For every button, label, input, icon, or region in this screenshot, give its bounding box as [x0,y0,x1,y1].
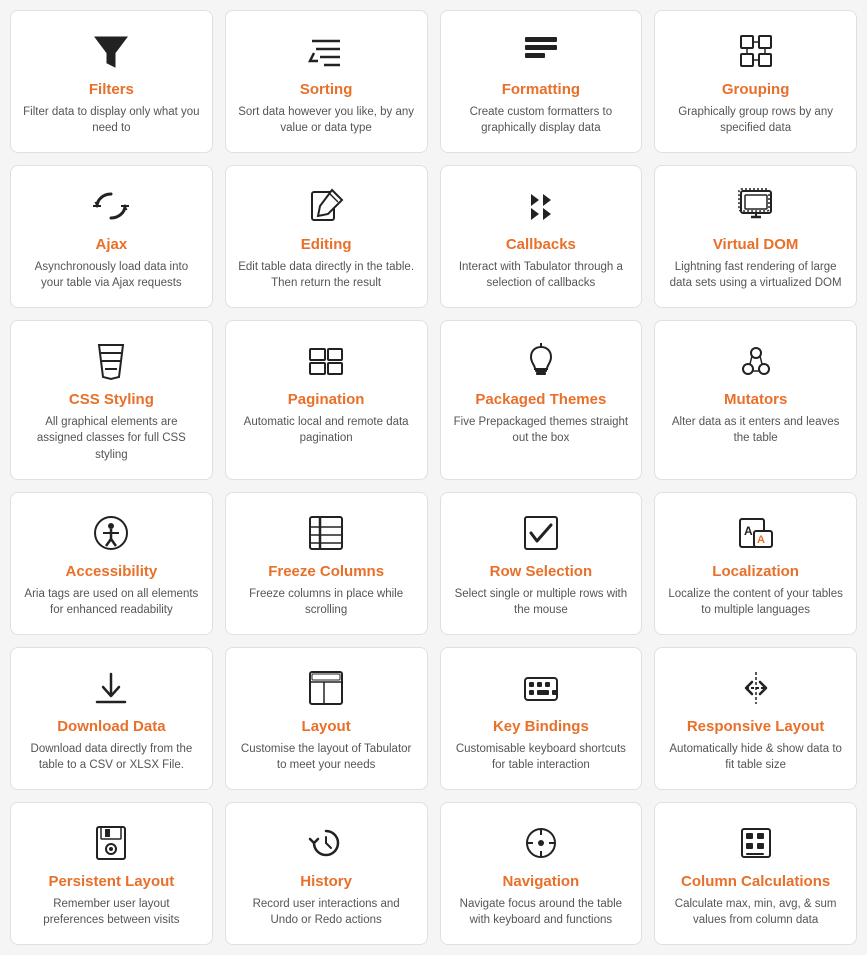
download-data-icon [91,666,131,710]
key-bindings-desc: Customisable keyboard shortcuts for tabl… [453,741,630,773]
persistent-layout-desc: Remember user layout preferences between… [23,896,200,928]
pagination-desc: Automatic local and remote data paginati… [238,414,415,446]
card-virtual-dom[interactable]: Virtual DOM Lightning fast rendering of … [654,165,857,308]
grouping-icon [736,29,776,73]
responsive-layout-icon [736,666,776,710]
css-styling-desc: All graphical elements are assigned clas… [23,414,200,462]
accessibility-title: Accessibility [66,563,158,580]
card-editing[interactable]: Editing Edit table data directly in the … [225,165,428,308]
grouping-title: Grouping [722,81,790,98]
card-layout[interactable]: Layout Customise the layout of Tabulator… [225,647,428,790]
sorting-title: Sorting [300,81,353,98]
packaged-themes-desc: Five Prepackaged themes straight out the… [453,414,630,446]
ajax-title: Ajax [96,236,128,253]
card-mutators[interactable]: Mutators Alter data as it enters and lea… [654,320,857,479]
key-bindings-title: Key Bindings [493,718,589,735]
sorting-icon [306,29,346,73]
mutators-desc: Alter data as it enters and leaves the t… [667,414,844,446]
card-download-data[interactable]: Download Data Download data directly fro… [10,647,213,790]
responsive-layout-desc: Automatically hide & show data to fit ta… [667,741,844,773]
sorting-desc: Sort data however you like, by any value… [238,104,415,136]
formatting-title: Formatting [502,81,580,98]
card-callbacks[interactable]: Callbacks Interact with Tabulator throug… [440,165,643,308]
css-styling-title: CSS Styling [69,391,154,408]
mutators-title: Mutators [724,391,787,408]
row-selection-desc: Select single or multiple rows with the … [453,586,630,618]
callbacks-desc: Interact with Tabulator through a select… [453,259,630,291]
virtual-dom-title: Virtual DOM [713,236,799,253]
card-row-selection[interactable]: Row Selection Select single or multiple … [440,492,643,635]
svg-text:A: A [757,534,765,546]
virtual-dom-icon [736,184,776,228]
card-localization[interactable]: A A A A Localization Localize the conten… [654,492,857,635]
formatting-desc: Create custom formatters to graphically … [453,104,630,136]
css-styling-icon [91,339,131,383]
card-css-styling[interactable]: CSS Styling All graphical elements are a… [10,320,213,479]
packaged-themes-title: Packaged Themes [475,391,606,408]
freeze-columns-title: Freeze Columns [268,563,384,580]
freeze-columns-icon [306,511,346,555]
filters-title: Filters [89,81,134,98]
filters-icon [91,29,131,73]
grouping-desc: Graphically group rows by any specified … [667,104,844,136]
packaged-themes-icon [521,339,561,383]
callbacks-icon [521,184,561,228]
column-calculations-title: Column Calculations [681,873,830,890]
layout-icon [306,666,346,710]
ajax-icon [91,184,131,228]
editing-desc: Edit table data directly in the table. T… [238,259,415,291]
localization-icon: A A A A [736,511,776,555]
pagination-icon [306,339,346,383]
card-packaged-themes[interactable]: Packaged Themes Five Prepackaged themes … [440,320,643,479]
mutators-icon [736,339,776,383]
card-formatting[interactable]: Formatting Create custom formatters to g… [440,10,643,153]
card-navigation[interactable]: Navigation Navigate focus around the tab… [440,802,643,945]
localization-title: Localization [712,563,799,580]
accessibility-desc: Aria tags are used on all elements for e… [23,586,200,618]
card-history[interactable]: History Record user interactions and Und… [225,802,428,945]
formatting-icon [521,29,561,73]
navigation-icon [521,821,561,865]
layout-desc: Customise the layout of Tabulator to mee… [238,741,415,773]
persistent-layout-icon [91,821,131,865]
card-pagination[interactable]: Pagination Automatic local and remote da… [225,320,428,479]
svg-text:A: A [744,524,753,538]
download-data-desc: Download data directly from the table to… [23,741,200,773]
column-calculations-desc: Calculate max, min, avg, & sum values fr… [667,896,844,928]
freeze-columns-desc: Freeze columns in place while scrolling [238,586,415,618]
card-sorting[interactable]: Sorting Sort data however you like, by a… [225,10,428,153]
layout-title: Layout [302,718,351,735]
card-filters[interactable]: Filters Filter data to display only what… [10,10,213,153]
feature-grid: Filters Filter data to display only what… [10,10,857,945]
navigation-desc: Navigate focus around the table with key… [453,896,630,928]
row-selection-title: Row Selection [490,563,593,580]
card-accessibility[interactable]: Accessibility Aria tags are used on all … [10,492,213,635]
virtual-dom-desc: Lightning fast rendering of large data s… [667,259,844,291]
download-data-title: Download Data [57,718,165,735]
accessibility-icon [91,511,131,555]
filters-desc: Filter data to display only what you nee… [23,104,200,136]
key-bindings-icon [521,666,561,710]
card-responsive-layout[interactable]: Responsive Layout Automatically hide & s… [654,647,857,790]
row-selection-icon [521,511,561,555]
editing-title: Editing [301,236,352,253]
editing-icon [306,184,346,228]
card-column-calculations[interactable]: Column Calculations Calculate max, min, … [654,802,857,945]
card-key-bindings[interactable]: Key Bindings Customisable keyboard short… [440,647,643,790]
card-ajax[interactable]: Ajax Asynchronously load data into your … [10,165,213,308]
callbacks-title: Callbacks [506,236,576,253]
history-title: History [300,873,352,890]
card-grouping[interactable]: Grouping Graphically group rows by any s… [654,10,857,153]
card-freeze-columns[interactable]: Freeze Columns Freeze columns in place w… [225,492,428,635]
history-desc: Record user interactions and Undo or Red… [238,896,415,928]
card-persistent-layout[interactable]: Persistent Layout Remember user layout p… [10,802,213,945]
localization-desc: Localize the content of your tables to m… [667,586,844,618]
ajax-desc: Asynchronously load data into your table… [23,259,200,291]
history-icon [306,821,346,865]
column-calculations-icon [736,821,776,865]
persistent-layout-title: Persistent Layout [48,873,174,890]
navigation-title: Navigation [503,873,580,890]
pagination-title: Pagination [288,391,365,408]
responsive-layout-title: Responsive Layout [687,718,825,735]
